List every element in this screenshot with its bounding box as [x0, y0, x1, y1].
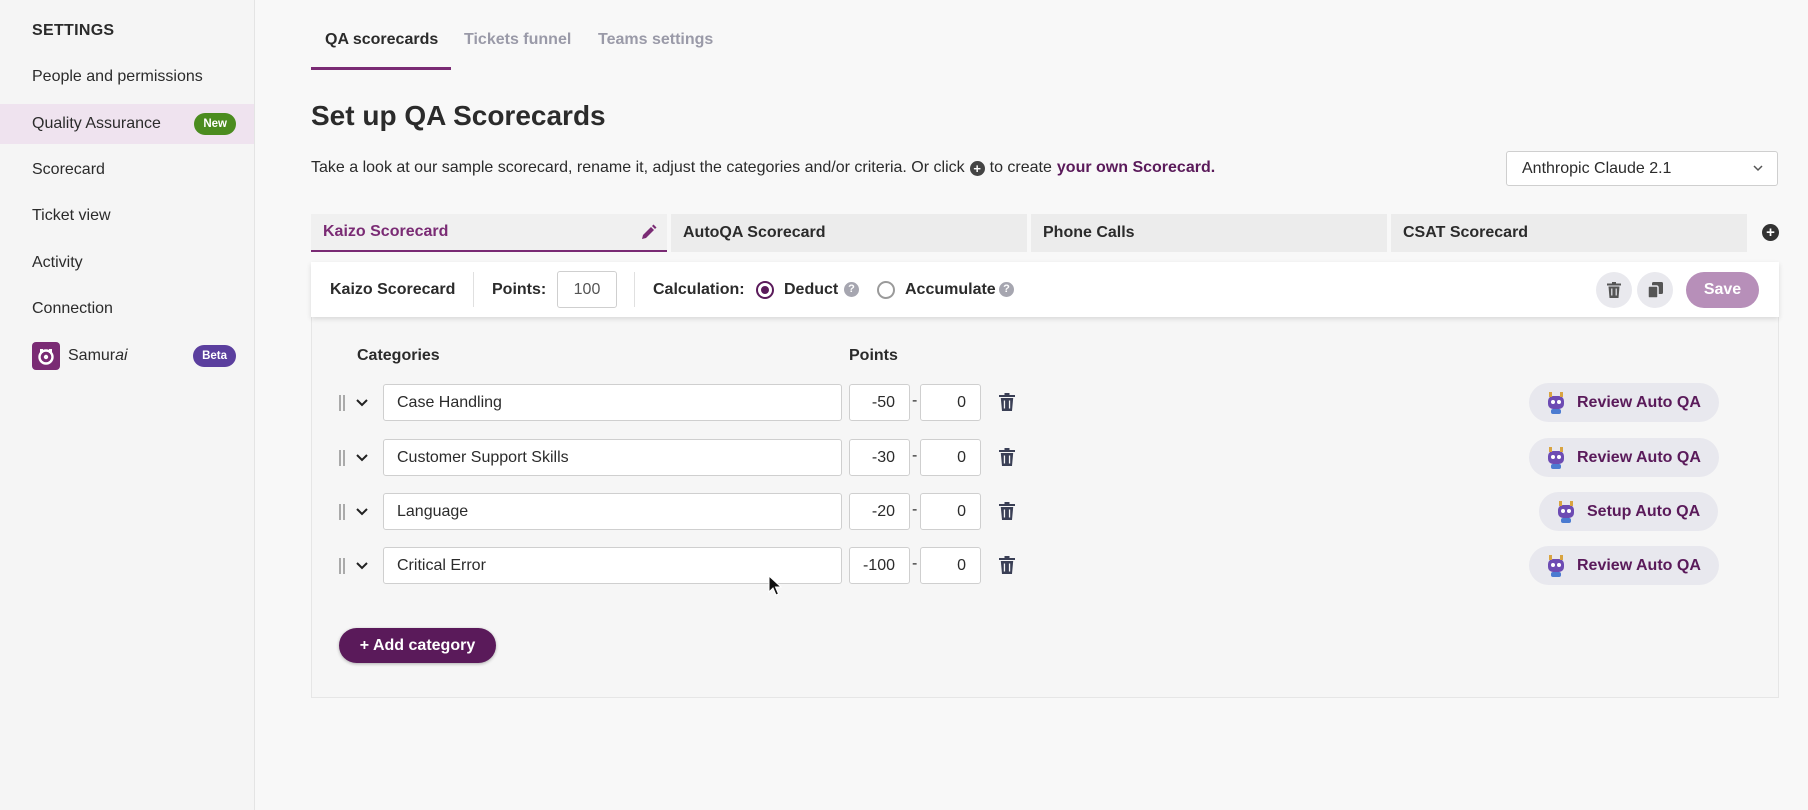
sidebar-title: SETTINGS: [32, 22, 115, 39]
review-auto-qa-button[interactable]: Review Auto QA: [1529, 546, 1719, 585]
delete-scorecard-button[interactable]: [1596, 272, 1632, 308]
sidebar-item-label: People and permissions: [32, 68, 203, 85]
scorecard-panel: [311, 262, 1779, 698]
max-points-input[interactable]: [920, 493, 981, 530]
range-dash: -: [912, 447, 918, 464]
max-points-input[interactable]: [920, 384, 981, 421]
max-points-input[interactable]: [920, 439, 981, 476]
sidebar-item-connection[interactable]: Connection: [0, 289, 254, 329]
chevron-down-icon[interactable]: [354, 395, 370, 411]
sidebar-item-label: Activity: [32, 254, 83, 271]
review-auto-qa-button[interactable]: Review Auto QA: [1529, 383, 1719, 422]
sidebar-item-label: Ticket view: [32, 207, 111, 224]
new-badge: New: [194, 113, 236, 135]
divider: [634, 272, 635, 307]
active-tab-indicator: [311, 67, 451, 70]
sidebar-item-samurai[interactable]: Samurai Beta: [0, 336, 254, 376]
setup-auto-qa-button[interactable]: Setup Auto QA: [1539, 492, 1719, 531]
deduct-radio[interactable]: [756, 281, 774, 299]
points-input[interactable]: [557, 271, 617, 308]
calculation-label: Calculation:: [653, 280, 745, 298]
sidebar-item-label: Quality Assurance: [32, 115, 161, 132]
sidebar: SETTINGS People and permissions Quality …: [0, 0, 255, 810]
scorecard-tab-csat[interactable]: CSAT Scorecard: [1391, 214, 1747, 252]
scorecard-tab-kaizo[interactable]: Kaizo Scorecard: [311, 214, 667, 252]
scorecard-name: Kaizo Scorecard: [330, 280, 456, 298]
trash-icon[interactable]: [999, 448, 1015, 466]
copy-icon: [1647, 282, 1663, 298]
page-title: Set up QA Scorecards: [311, 100, 606, 131]
category-row: - Review Auto QA: [311, 546, 1779, 586]
categories-header: Categories: [357, 347, 440, 364]
sidebar-item-label: Scorecard: [32, 161, 105, 178]
create-own-scorecard-link[interactable]: your own Scorecard.: [1057, 159, 1215, 177]
help-icon[interactable]: ?: [844, 282, 859, 297]
scorecard-tab-autoqa[interactable]: AutoQA Scorecard: [671, 214, 1027, 252]
help-icon[interactable]: ?: [999, 282, 1014, 297]
category-row: - Review Auto QA: [311, 438, 1779, 478]
sidebar-item-activity[interactable]: Activity: [0, 243, 254, 283]
category-row: - Setup Auto QA: [311, 492, 1779, 532]
points-header: Points: [849, 347, 898, 364]
chevron-down-icon[interactable]: [354, 558, 370, 574]
category-name-input[interactable]: [383, 493, 842, 530]
chevron-down-icon: [1753, 165, 1763, 172]
sidebar-item-label: Connection: [32, 300, 113, 317]
min-points-input[interactable]: [849, 493, 910, 530]
model-select-value: Anthropic Claude 2.1: [1522, 159, 1672, 177]
sidebar-item-scorecard[interactable]: Scorecard: [0, 150, 254, 190]
add-scorecard-button[interactable]: +: [1762, 224, 1779, 241]
drag-handle-icon[interactable]: [339, 504, 345, 520]
trash-icon: [1607, 282, 1621, 298]
review-auto-qa-button[interactable]: Review Auto QA: [1529, 438, 1719, 477]
add-category-button[interactable]: + Add category: [339, 628, 496, 663]
sidebar-item-people-permissions[interactable]: People and permissions: [0, 57, 254, 97]
robot-icon: [1548, 554, 1564, 577]
min-points-input[interactable]: [849, 439, 910, 476]
pencil-icon[interactable]: [640, 224, 657, 241]
range-dash: -: [912, 392, 918, 409]
max-points-input[interactable]: [920, 547, 981, 584]
category-row: - Review Auto QA: [311, 383, 1779, 423]
sidebar-item-ticket-view[interactable]: Ticket view: [0, 196, 254, 236]
accumulate-radio[interactable]: [877, 281, 895, 299]
category-name-input[interactable]: [383, 439, 842, 476]
page-description: Take a look at our sample scorecard, ren…: [311, 159, 1216, 177]
deduct-label[interactable]: Deduct: [784, 281, 838, 299]
sidebar-item-quality-assurance[interactable]: Quality Assurance New: [0, 104, 254, 144]
drag-handle-icon[interactable]: [339, 395, 345, 411]
range-dash: -: [912, 501, 918, 518]
points-label: Points:: [492, 280, 547, 298]
plus-circle-icon: +: [969, 160, 985, 176]
tab-qa-scorecards[interactable]: QA scorecards: [325, 31, 438, 49]
trash-icon[interactable]: [999, 556, 1015, 574]
robot-icon: [1548, 391, 1564, 414]
range-dash: -: [912, 555, 918, 572]
tab-tickets-funnel[interactable]: Tickets funnel: [464, 31, 571, 49]
min-points-input[interactable]: [849, 547, 910, 584]
accumulate-label[interactable]: Accumulate: [905, 281, 996, 299]
drag-handle-icon[interactable]: [339, 558, 345, 574]
chevron-down-icon[interactable]: [354, 450, 370, 466]
trash-icon[interactable]: [999, 502, 1015, 520]
scorecard-toolbar: Kaizo Scorecard Points: Calculation: Ded…: [311, 262, 1779, 317]
robot-icon: [1558, 500, 1574, 523]
mouse-cursor-icon: [768, 575, 782, 596]
category-name-input[interactable]: [383, 384, 842, 421]
scorecard-tab-phone-calls[interactable]: Phone Calls: [1031, 214, 1387, 252]
model-select[interactable]: Anthropic Claude 2.1: [1506, 151, 1778, 186]
duplicate-scorecard-button[interactable]: [1637, 272, 1673, 308]
beta-badge: Beta: [193, 345, 236, 367]
save-button[interactable]: Save: [1686, 272, 1759, 308]
sidebar-item-label: Samurai: [68, 347, 128, 364]
trash-icon[interactable]: [999, 393, 1015, 411]
chevron-down-icon[interactable]: [354, 504, 370, 520]
robot-icon: [1548, 446, 1564, 469]
drag-handle-icon[interactable]: [339, 450, 345, 466]
samurai-logo-icon: [32, 342, 60, 370]
tab-teams-settings[interactable]: Teams settings: [598, 31, 713, 49]
divider: [473, 272, 474, 307]
min-points-input[interactable]: [849, 384, 910, 421]
